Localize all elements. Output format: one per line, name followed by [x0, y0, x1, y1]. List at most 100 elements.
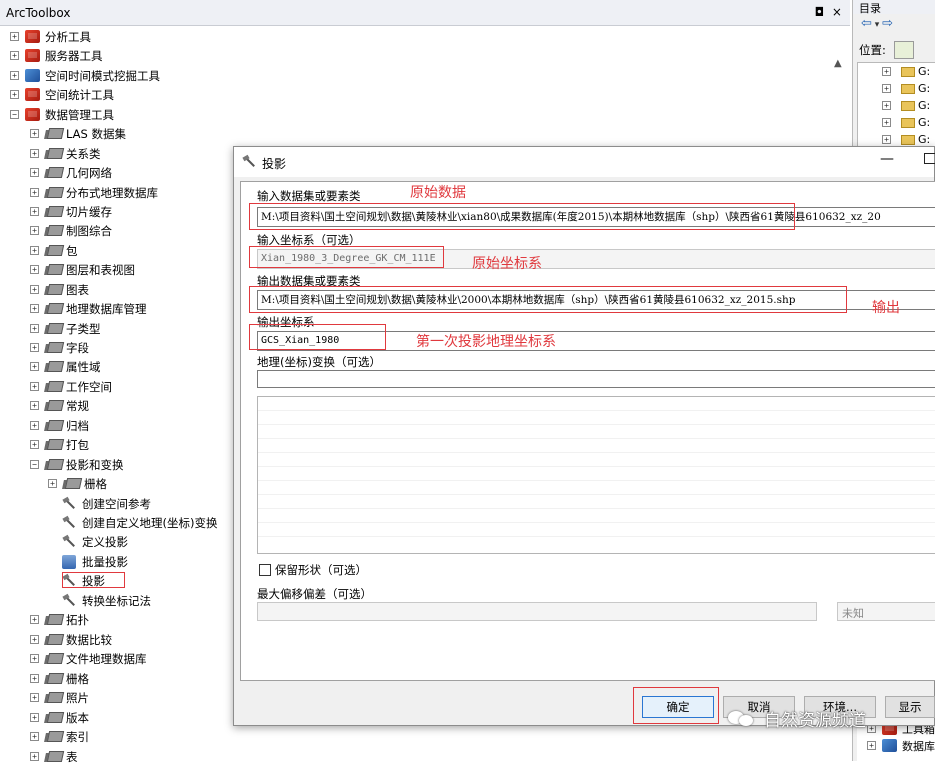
expand-icon[interactable]: + — [10, 71, 19, 80]
tree-item-label: 几何网络 — [66, 165, 112, 180]
catalog-folder[interactable]: + G: — [858, 80, 935, 97]
expand-icon[interactable]: + — [30, 752, 39, 761]
tree-item-las[interactable]: + LAS 数据集 — [30, 124, 126, 143]
expand-icon[interactable]: + — [30, 401, 39, 410]
tree-item-subtypes[interactable]: + 子类型 — [30, 319, 101, 338]
expand-icon[interactable]: + — [30, 226, 39, 235]
tree-item-analysis[interactable]: + 分析工具 — [10, 27, 91, 46]
tree-item-domains[interactable]: + 属性域 — [30, 357, 101, 376]
expand-icon[interactable]: + — [10, 90, 19, 99]
expand-icon[interactable]: + — [30, 732, 39, 741]
expand-icon[interactable]: + — [30, 421, 39, 430]
catalog-folder[interactable]: + G: — [858, 114, 935, 131]
tool-batch-project[interactable]: 批量投影 — [62, 552, 128, 571]
tree-item-space-time[interactable]: + 空间时间模式挖掘工具 — [10, 66, 160, 85]
scroll-up-icon[interactable]: ▲ — [834, 58, 842, 69]
expand-icon[interactable]: + — [882, 135, 891, 144]
expand-icon[interactable]: + — [30, 362, 39, 371]
expand-icon[interactable]: + — [30, 129, 39, 138]
expand-icon[interactable]: + — [867, 741, 876, 750]
tree-item-photos[interactable]: + 照片 — [30, 688, 89, 707]
tree-item-layers-views[interactable]: + 图层和表视图 — [30, 260, 135, 279]
tool-create-spatial-reference[interactable]: 创建空间参考 — [62, 494, 151, 513]
tree-item-relationship[interactable]: + 关系类 — [30, 144, 101, 163]
catalog-folder[interactable]: + G: — [858, 63, 935, 80]
expand-icon[interactable]: + — [30, 304, 39, 313]
ok-button[interactable]: 确定 — [642, 696, 714, 718]
expand-icon[interactable]: + — [30, 285, 39, 294]
tree-item-workspace[interactable]: + 工作空间 — [30, 377, 112, 396]
geo-transform-list[interactable] — [257, 396, 935, 554]
tree-item-topology[interactable]: + 拓扑 — [30, 610, 89, 629]
collapse-icon[interactable]: − — [10, 110, 19, 119]
collapse-icon[interactable]: − — [30, 460, 39, 469]
tree-item-label: 文件地理数据库 — [66, 651, 147, 666]
expand-icon[interactable]: + — [30, 343, 39, 352]
expand-icon[interactable]: + — [10, 32, 19, 41]
tree-item-server[interactable]: + 服务器工具 — [10, 46, 103, 65]
folder-label: G: — [918, 133, 931, 146]
tree-item-raster-sub[interactable]: + 栅格 — [48, 474, 107, 493]
expand-icon[interactable]: + — [30, 246, 39, 255]
tree-item-data-management[interactable]: − 数据管理工具 — [10, 105, 114, 124]
preserve-shape-row[interactable]: 保留形状（可选） — [259, 562, 367, 578]
catalog-title: 目录 — [853, 0, 935, 15]
forward-arrow-icon[interactable]: ⇨ — [882, 16, 893, 31]
tree-item-gdb-admin[interactable]: + 地理数据库管理 — [30, 299, 147, 318]
expand-icon[interactable]: + — [882, 67, 891, 76]
tree-item-spatial-stats[interactable]: + 空间统计工具 — [10, 85, 114, 104]
tree-item-distributed-gdb[interactable]: + 分布式地理数据库 — [30, 183, 158, 202]
tree-item-graph[interactable]: + 图表 — [30, 280, 89, 299]
geo-transform-input[interactable] — [257, 370, 935, 388]
tree-item-label: 照片 — [66, 690, 89, 705]
toolbox-window-controls[interactable]: ◘ × — [815, 5, 844, 19]
expand-icon[interactable]: + — [30, 635, 39, 644]
tool-create-custom-transform[interactable]: 创建自定义地理(坐标)变换 — [62, 513, 217, 532]
expand-icon[interactable]: + — [882, 101, 891, 110]
tree-item-general[interactable]: + 常规 — [30, 396, 89, 415]
catalog-folder[interactable]: + G: — [858, 97, 935, 114]
tree-item-projections[interactable]: − 投影和变换 — [30, 455, 124, 474]
expand-icon[interactable]: + — [30, 324, 39, 333]
tree-item-generalization[interactable]: + 制图综合 — [30, 221, 112, 240]
preserve-shape-checkbox[interactable] — [259, 564, 271, 576]
tree-item-label: 切片缓存 — [66, 204, 112, 219]
expand-icon[interactable]: + — [30, 713, 39, 722]
tree-item-file-gdb[interactable]: + 文件地理数据库 — [30, 649, 147, 668]
dropdown-icon[interactable]: ▾ — [872, 20, 882, 30]
maximize-icon[interactable] — [924, 153, 935, 164]
expand-icon[interactable]: + — [10, 51, 19, 60]
show-help-button[interactable]: 显示 — [885, 696, 935, 718]
tree-item-packaging[interactable]: + 打包 — [30, 435, 89, 454]
back-arrow-icon[interactable]: ⇦ — [861, 16, 872, 31]
tree-item-fields[interactable]: + 字段 — [30, 338, 89, 357]
expand-icon[interactable]: + — [30, 615, 39, 624]
expand-icon[interactable]: + — [30, 382, 39, 391]
tree-item-data-compare[interactable]: + 数据比较 — [30, 630, 112, 649]
expand-icon[interactable]: + — [882, 84, 891, 93]
tool-convert-notation[interactable]: 转换坐标记法 — [62, 591, 151, 610]
expand-icon[interactable]: + — [30, 693, 39, 702]
expand-icon[interactable]: + — [30, 440, 39, 449]
tree-item-raster[interactable]: + 栅格 — [30, 669, 89, 688]
expand-icon[interactable]: + — [882, 118, 891, 127]
tree-item-package[interactable]: + 包 — [30, 241, 78, 260]
expand-icon[interactable]: + — [30, 188, 39, 197]
minimize-icon[interactable]: — — [880, 151, 894, 167]
catalog-databases[interactable]: + 数据库 — [857, 737, 935, 754]
expand-icon[interactable]: + — [30, 168, 39, 177]
expand-icon[interactable]: + — [30, 674, 39, 683]
expand-icon[interactable]: + — [48, 479, 57, 488]
tree-item-indexes[interactable]: + 索引 — [30, 727, 89, 746]
tree-item-versions[interactable]: + 版本 — [30, 708, 89, 727]
tree-item-tables[interactable]: + 表 — [30, 747, 78, 766]
location-button[interactable] — [893, 41, 914, 59]
tree-item-archiving[interactable]: + 归档 — [30, 416, 89, 435]
expand-icon[interactable]: + — [30, 265, 39, 274]
tree-item-geometric-network[interactable]: + 几何网络 — [30, 163, 112, 182]
expand-icon[interactable]: + — [30, 149, 39, 158]
tool-define-projection[interactable]: 定义投影 — [62, 532, 128, 551]
expand-icon[interactable]: + — [30, 654, 39, 663]
tree-item-tile-cache[interactable]: + 切片缓存 — [30, 202, 112, 221]
expand-icon[interactable]: + — [30, 207, 39, 216]
